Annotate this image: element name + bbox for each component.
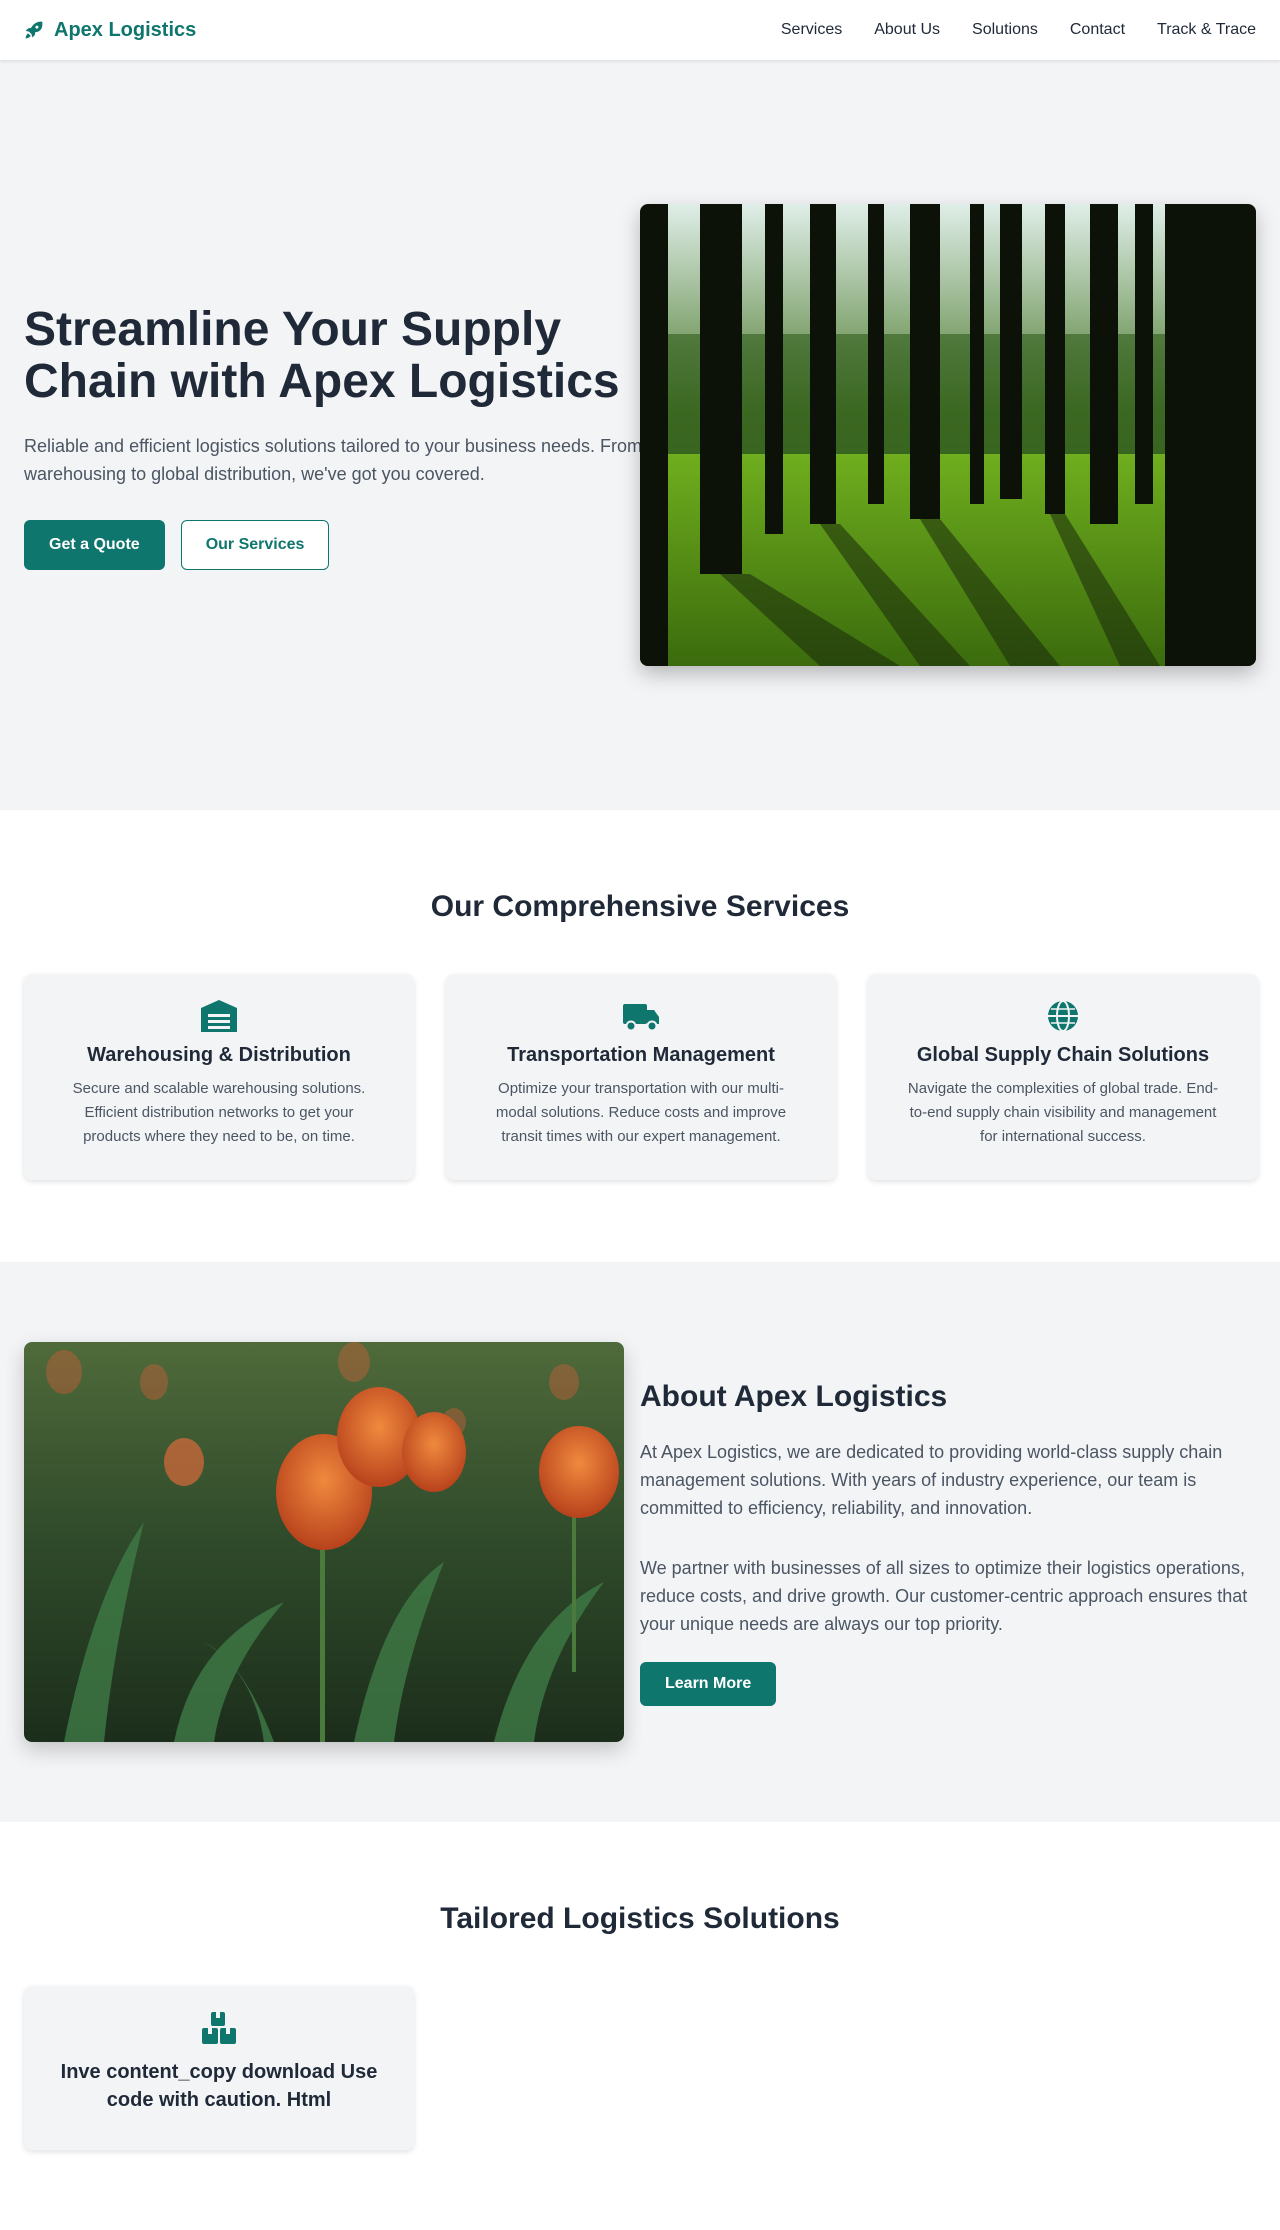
services-cards: Warehousing & Distribution Secure and sc… — [24, 974, 1258, 1180]
learn-more-button[interactable]: Learn More — [640, 1662, 777, 1706]
hero-section: Streamline Your Supply Chain with Apex L… — [0, 60, 1280, 810]
service-card-global: Global Supply Chain Solutions Navigate t… — [868, 974, 1258, 1180]
about-image — [24, 1342, 624, 1742]
hero-buttons: Get a Quote Our Services — [24, 520, 644, 570]
hero-image — [640, 204, 1256, 666]
about-title: About Apex Logistics — [640, 1380, 948, 1413]
services-section: Our Comprehensive Services Warehousing &… — [0, 810, 1280, 1262]
about-paragraph-2: We partner with businesses of all sizes … — [640, 1558, 1248, 1634]
boxes-icon — [202, 2012, 236, 2044]
solutions-section: Tailored Logistics Solutions Inve conten… — [0, 1822, 1280, 2230]
globe-icon — [1048, 1000, 1078, 1032]
hero-title: Streamline Your Supply Chain with Apex L… — [24, 303, 620, 408]
hero-content: Streamline Your Supply Chain with Apex L… — [24, 304, 644, 570]
solution-card-title: Inve content_copy download Use code with… — [60, 2061, 378, 2111]
service-card-title: Global Supply Chain Solutions — [916, 1044, 1210, 1066]
main-nav: Services About Us Solutions Contact Trac… — [781, 21, 1256, 39]
service-card-transportation: Transportation Management Optimize your … — [446, 974, 836, 1180]
nav-link-services[interactable]: Services — [781, 21, 842, 39]
nav-link-about[interactable]: About Us — [874, 21, 940, 39]
about-content: About Apex Logistics At Apex Logistics, … — [640, 1380, 1260, 1706]
brand-name: Apex Logistics — [54, 18, 197, 41]
rocket-icon — [25, 21, 43, 39]
service-card-text: Secure and scalable warehousing solution… — [72, 1080, 366, 1145]
about-paragraph-1: At Apex Logistics, we are dedicated to p… — [640, 1442, 1223, 1518]
site-header: Apex Logistics Services About Us Solutio… — [0, 0, 1280, 60]
service-card-warehousing: Warehousing & Distribution Secure and sc… — [24, 974, 414, 1180]
forest-photo — [640, 204, 1256, 666]
our-services-button[interactable]: Our Services — [180, 520, 330, 570]
solutions-title: Tailored Logistics Solutions — [440, 1902, 840, 1935]
truck-icon — [623, 1004, 659, 1032]
service-card-text: Navigate the complexities of global trad… — [907, 1080, 1219, 1145]
nav-link-solutions[interactable]: Solutions — [972, 21, 1038, 39]
hero-subtitle: Reliable and efficient logistics solutio… — [24, 436, 642, 484]
service-card-title: Transportation Management — [507, 1044, 775, 1066]
service-card-title: Warehousing & Distribution — [87, 1044, 351, 1066]
solution-card: Inve content_copy download Use code with… — [24, 1986, 414, 2150]
about-section: About Apex Logistics At Apex Logistics, … — [0, 1262, 1280, 1822]
tulips-photo — [24, 1342, 624, 1742]
nav-link-track-trace[interactable]: Track & Trace — [1157, 21, 1256, 39]
warehouse-icon — [201, 1000, 237, 1032]
services-title: Our Comprehensive Services — [430, 890, 850, 923]
get-quote-button[interactable]: Get a Quote — [24, 520, 165, 570]
brand-logo[interactable]: Apex Logistics — [24, 19, 196, 42]
nav-link-contact[interactable]: Contact — [1070, 21, 1125, 39]
service-card-text: Optimize your transportation with our mu… — [495, 1080, 787, 1145]
